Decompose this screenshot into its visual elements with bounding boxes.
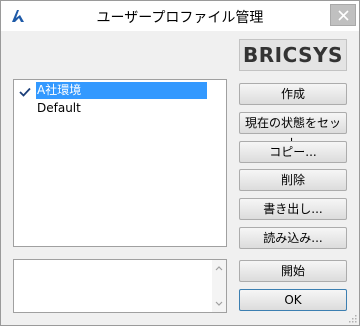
vertical-scrollbar[interactable]	[212, 260, 226, 312]
resize-grip-icon[interactable]	[347, 313, 357, 323]
bricsys-logo: BRICSYS	[239, 39, 347, 71]
bricscad-app-icon	[10, 9, 26, 23]
import-button[interactable]: 読み込み...	[239, 227, 347, 249]
ok-button[interactable]: OK	[239, 289, 347, 311]
export-button[interactable]: 書き出し...	[239, 198, 347, 220]
profile-list[interactable]: A社環境 Default	[13, 79, 227, 247]
copy-button[interactable]: コピー...	[239, 141, 347, 163]
profile-description-box[interactable]	[13, 259, 227, 313]
set-current-button[interactable]: 現在の状態をセット	[239, 112, 347, 150]
profile-name: A社環境	[37, 83, 82, 97]
check-icon	[19, 85, 31, 97]
start-button[interactable]: 開始	[239, 260, 347, 282]
delete-button[interactable]: 削除	[239, 169, 347, 191]
title-bar[interactable]: ユーザープロファイル管理	[1, 1, 359, 31]
close-button[interactable]	[330, 4, 356, 26]
dialog-title: ユーザープロファイル管理	[96, 10, 264, 26]
scroll-up-icon[interactable]	[215, 265, 223, 271]
create-button[interactable]: 作成	[239, 83, 347, 105]
close-icon	[338, 10, 349, 21]
list-item[interactable]: A社環境	[15, 82, 207, 99]
profile-manager-dialog: ユーザープロファイル管理 BRICSYS A社環境 Default 作成 現在の…	[0, 0, 360, 326]
scroll-down-icon[interactable]	[215, 301, 223, 307]
profile-name: Default	[37, 101, 81, 115]
list-item[interactable]: Default	[15, 100, 207, 117]
